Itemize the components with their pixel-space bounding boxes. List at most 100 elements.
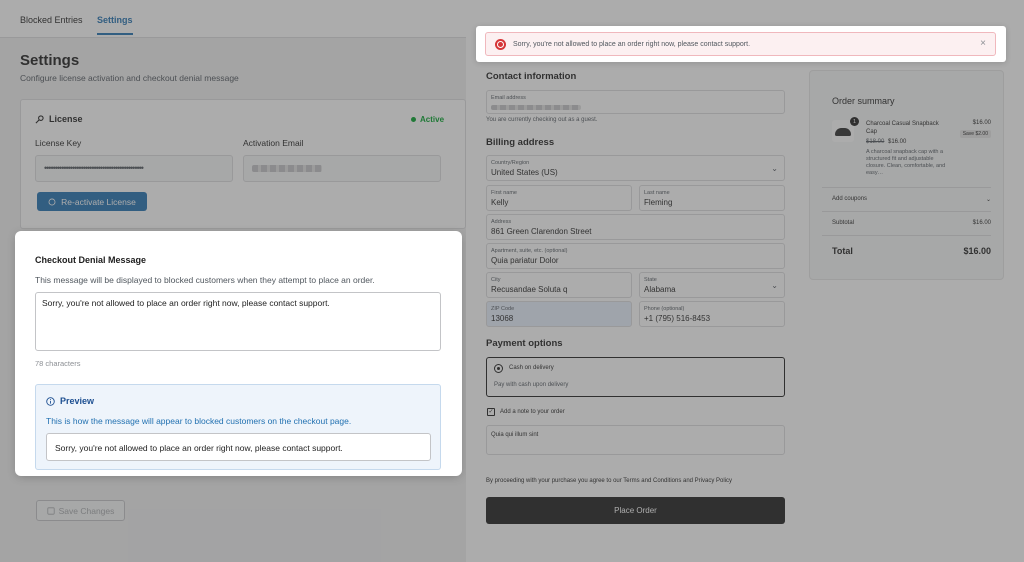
info-icon <box>46 396 55 406</box>
email-label: Email address <box>491 95 526 101</box>
city-label: City <box>491 277 501 283</box>
payment-title: Payment options <box>486 338 563 349</box>
denial-title: Checkout Denial Message <box>35 255 147 265</box>
last-name-label: Last name <box>644 190 670 196</box>
denial-description: This message will be displayed to blocke… <box>35 275 375 285</box>
license-key-value: ••••••••••••••••••••••••••••••••••••••••… <box>44 163 144 173</box>
subtotal-label: Subtotal <box>832 220 855 226</box>
apartment-field[interactable]: Apartment, suite, etc. (optional) Quia p… <box>486 243 785 269</box>
email-field[interactable]: Email address <box>486 90 785 114</box>
reactivate-license-button[interactable]: Re-activate License <box>37 192 147 211</box>
city-field[interactable]: City Recusandae Soluta q <box>486 272 632 298</box>
country-value: United States (US) <box>491 168 558 177</box>
add-coupons-toggle[interactable]: Add coupons ⌄ <box>832 196 991 203</box>
product-description: A charcoal snapback cap with a structure… <box>866 149 946 176</box>
order-note-textarea[interactable]: Quia qui illum sint <box>486 425 785 455</box>
license-title-text: License <box>49 114 83 124</box>
state-value: Alabama <box>644 285 676 294</box>
add-coupons-label: Add coupons <box>832 196 868 202</box>
address-label: Address <box>491 219 512 225</box>
preview-message: Sorry, you're not allowed to place an or… <box>46 433 431 461</box>
license-card: License Active License Key •••••••••••••… <box>20 99 466 229</box>
license-key-input[interactable]: ••••••••••••••••••••••••••••••••••••••••… <box>35 155 233 182</box>
divider <box>822 187 991 188</box>
payment-method-label: Cash on delivery <box>509 365 554 371</box>
preview-header: Preview <box>46 396 94 406</box>
chevron-down-icon: ⌄ <box>771 164 778 173</box>
refresh-icon <box>48 198 56 205</box>
country-label: Country/Region <box>491 160 530 166</box>
first-name-value: Kelly <box>491 198 509 207</box>
reactivate-license-label: Re-activate License <box>61 196 136 207</box>
order-note-value: Quia qui illum sint <box>491 432 539 438</box>
place-order-button[interactable]: Place Order <box>486 497 785 524</box>
tab-blocked-entries[interactable]: Blocked Entries <box>20 15 83 25</box>
address-value: 861 Green Clarendon Street <box>491 227 592 236</box>
first-name-field[interactable]: First name Kelly <box>486 185 632 211</box>
key-icon <box>35 114 44 123</box>
state-select[interactable]: State Alabama ⌄ <box>639 272 785 298</box>
country-select[interactable]: Country/Region United States (US) ⌄ <box>486 155 785 181</box>
subtotal-value: $16.00 <box>972 220 991 226</box>
total-row: Total $16.00 <box>832 246 991 256</box>
activation-email-input[interactable] <box>243 155 441 182</box>
order-summary-title: Order summary <box>832 96 895 106</box>
total-label: Total <box>832 246 853 256</box>
last-name-field[interactable]: Last name Fleming <box>639 185 785 211</box>
new-price: $16.00 <box>888 139 907 145</box>
status-dot-icon <box>411 117 416 122</box>
checkout-panel: Contact information Email address You ar… <box>466 0 1024 562</box>
order-note-checkbox[interactable]: ✓ <box>487 408 495 416</box>
error-notice-text: Sorry, you're not allowed to place an or… <box>513 41 751 48</box>
contact-info-title: Contact information <box>486 71 577 82</box>
first-name-label: First name <box>491 190 517 196</box>
order-summary: Order summary 1 Charcoal Casual Snapback… <box>809 70 1004 280</box>
old-price: $18.00 <box>866 139 885 145</box>
radio-selected-icon <box>494 364 503 373</box>
license-key-label: License Key <box>35 138 82 148</box>
phone-value: +1 (795) 516-8453 <box>644 314 711 323</box>
divider <box>822 211 991 212</box>
state-label: State <box>644 277 657 283</box>
cap-image-icon <box>835 128 851 136</box>
admin-tabs: Blocked Entries Settings <box>0 0 466 38</box>
phone-field[interactable]: Phone (optional) +1 (795) 516-8453 <box>639 301 785 327</box>
payment-option-cod[interactable]: Cash on delivery Pay with cash upon deli… <box>486 357 785 397</box>
error-notice-highlight: Sorry, you're not allowed to place an or… <box>476 26 1006 62</box>
close-icon[interactable]: × <box>980 38 986 49</box>
zip-label: ZIP Code <box>491 306 515 312</box>
email-value-blurred <box>491 103 581 112</box>
product-price: $16.00 <box>972 120 991 126</box>
subtotal-row: Subtotal $16.00 <box>832 220 991 226</box>
last-name-value: Fleming <box>644 198 673 207</box>
total-value: $16.00 <box>963 246 991 256</box>
preview-description: This is how the message will appear to b… <box>46 416 352 426</box>
tab-settings[interactable]: Settings <box>97 15 133 35</box>
city-value: Recusandae Soluta q <box>491 285 568 294</box>
preview-title: Preview <box>60 396 95 406</box>
activation-email-label: Activation Email <box>243 138 304 148</box>
save-badge: Save $2.00 <box>959 130 991 138</box>
save-icon <box>47 506 55 515</box>
checkout-denial-card: Checkout Denial Message This message wil… <box>17 233 460 474</box>
preview-box: Preview This is how the message will app… <box>35 384 441 470</box>
payment-method-desc: Pay with cash upon delivery <box>494 382 569 388</box>
license-title: License <box>35 114 83 124</box>
terms-text: By proceeding with your purchase you agr… <box>486 478 733 484</box>
license-status-badge: Active <box>411 115 444 124</box>
quantity-badge: 1 <box>850 117 859 126</box>
denial-message-textarea[interactable]: Sorry, you're not allowed to place an or… <box>35 292 441 351</box>
chevron-down-icon: ⌄ <box>771 281 778 290</box>
save-changes-button[interactable]: Save Changes <box>36 500 125 521</box>
blurred-email <box>252 165 322 173</box>
page-description: Configure license activation and checkou… <box>20 73 239 83</box>
chevron-down-icon: ⌄ <box>985 197 991 203</box>
address-field[interactable]: Address 861 Green Clarendon Street <box>486 214 785 240</box>
divider <box>822 235 991 236</box>
save-changes-label: Save Changes <box>58 505 115 516</box>
zip-field[interactable]: ZIP Code 13068 <box>486 301 632 327</box>
license-status-text: Active <box>420 115 445 124</box>
error-icon <box>495 39 506 50</box>
billing-title: Billing address <box>486 137 555 148</box>
phone-label: Phone (optional) <box>644 306 685 312</box>
